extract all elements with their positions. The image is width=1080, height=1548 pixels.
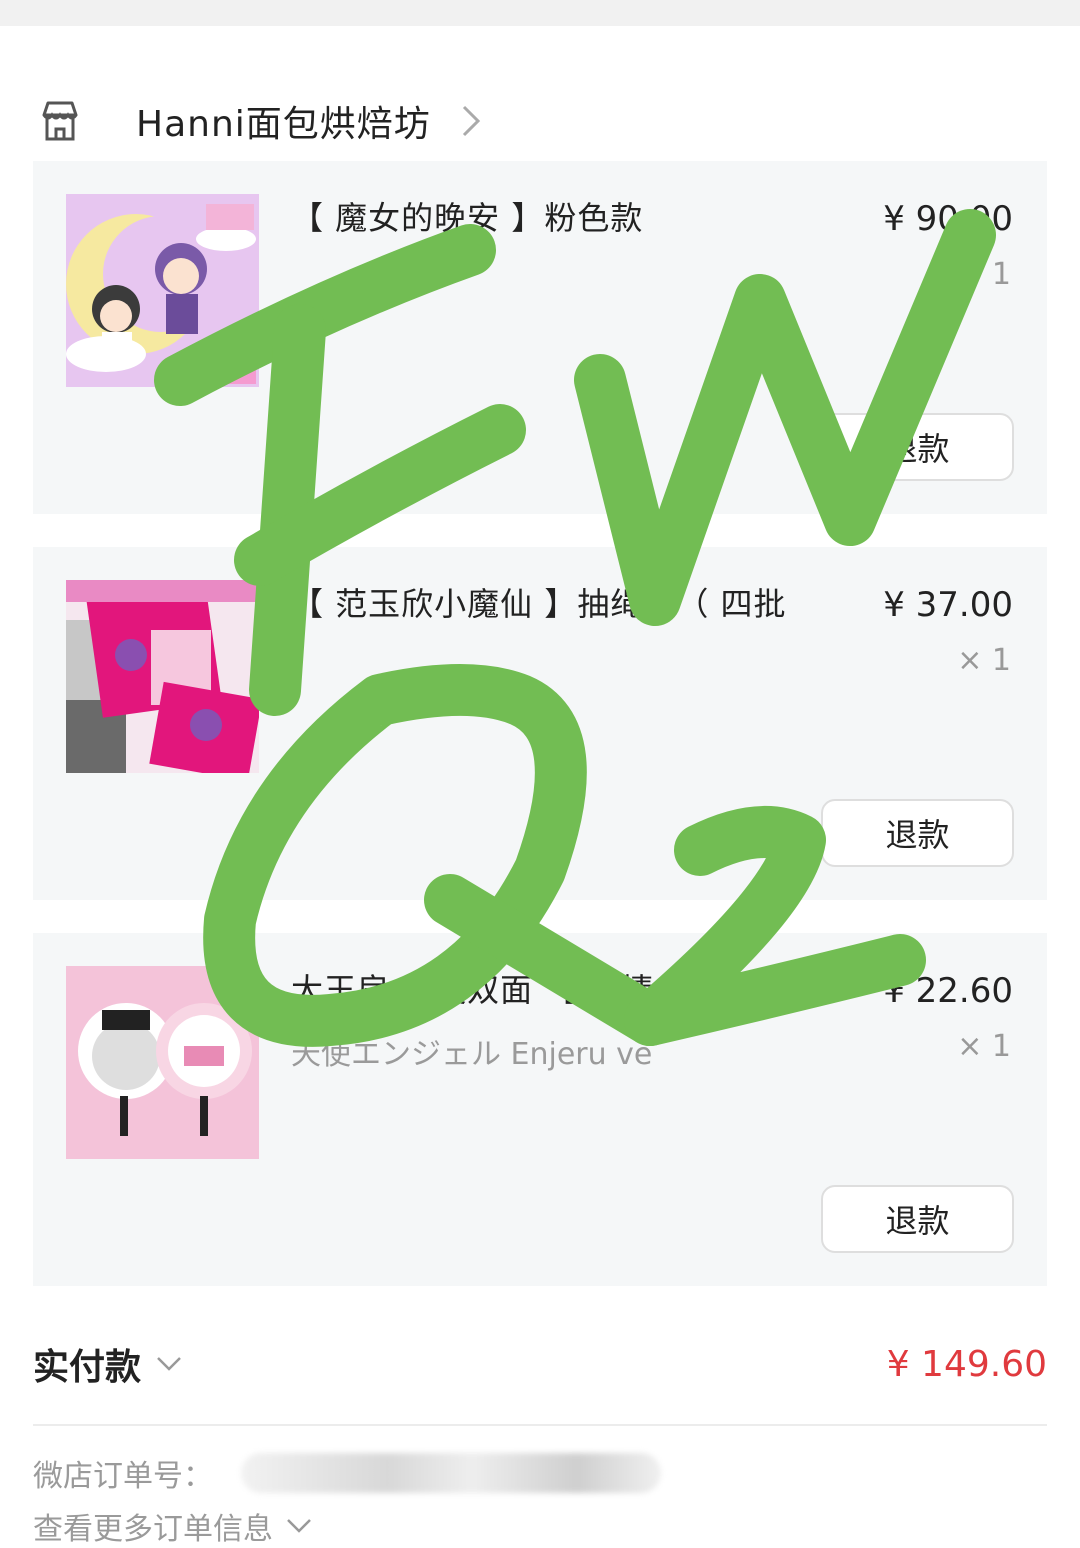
order-item[interactable]: 【 范玉欣小魔仙 】抽绳包（ 四批 ¥ 37.00 × 1 退款: [33, 547, 1047, 900]
total-paid-label[interactable]: 实付款: [33, 1338, 183, 1390]
total-paid-value: ¥ 149.60: [886, 1343, 1047, 1385]
refund-button[interactable]: 退款: [821, 799, 1014, 867]
chevron-down-icon: [287, 1519, 311, 1533]
product-price: ¥ 37.00: [883, 585, 1013, 625]
order-item[interactable]: 【 魔女的晚安 】粉色款 ¥ 90.00 × 1 退款: [33, 161, 1047, 514]
chevron-down-icon: [157, 1357, 181, 1371]
chevron-right-icon: [461, 104, 481, 138]
product-thumbnail[interactable]: [66, 194, 259, 387]
refund-button[interactable]: 退款: [821, 413, 1014, 481]
product-thumbnail[interactable]: [66, 580, 259, 773]
divider: [33, 1424, 1047, 1426]
product-price: ¥ 22.60: [883, 971, 1013, 1011]
more-order-info[interactable]: 查看更多订单信息: [33, 1504, 313, 1548]
store-icon: [36, 97, 84, 145]
product-price: ¥ 90.00: [883, 199, 1013, 239]
product-quantity: × 1: [957, 1029, 1011, 1064]
product-variant: 天使エンジェル Enjeru ve: [291, 1037, 653, 1072]
product-title[interactable]: 大王扇 天使双面 【 详情: [291, 965, 811, 1011]
more-order-info-label[interactable]: 查看更多订单信息: [33, 1504, 273, 1548]
order-number-label: 微店订单号：: [33, 1459, 213, 1494]
total-paid-text: 实付款: [33, 1347, 142, 1388]
order-number-redacted: [241, 1453, 661, 1493]
total-paid-row[interactable]: 实付款 ¥ 149.60: [33, 1322, 1047, 1406]
refund-button[interactable]: 退款: [821, 1185, 1014, 1253]
product-thumbnail[interactable]: [66, 966, 259, 1159]
order-number-row: 微店订单号：: [33, 1450, 661, 1496]
product-quantity: × 1: [957, 257, 1011, 292]
product-title[interactable]: 【 魔女的晚安 】粉色款: [291, 193, 811, 239]
product-quantity: × 1: [957, 643, 1011, 678]
order-card: Hanni面包烘焙坊 【 魔女的晚安 】粉色款 ¥ 90.00 × 1 退款 【…: [0, 26, 1080, 1548]
order-item[interactable]: 大王扇 天使双面 【 详情 天使エンジェル Enjeru ve ¥ 22.60 …: [33, 933, 1047, 1286]
product-title[interactable]: 【 范玉欣小魔仙 】抽绳包（ 四批: [291, 579, 811, 625]
shop-header[interactable]: Hanni面包烘焙坊: [36, 76, 1036, 166]
shop-name[interactable]: Hanni面包烘焙坊: [136, 95, 431, 147]
